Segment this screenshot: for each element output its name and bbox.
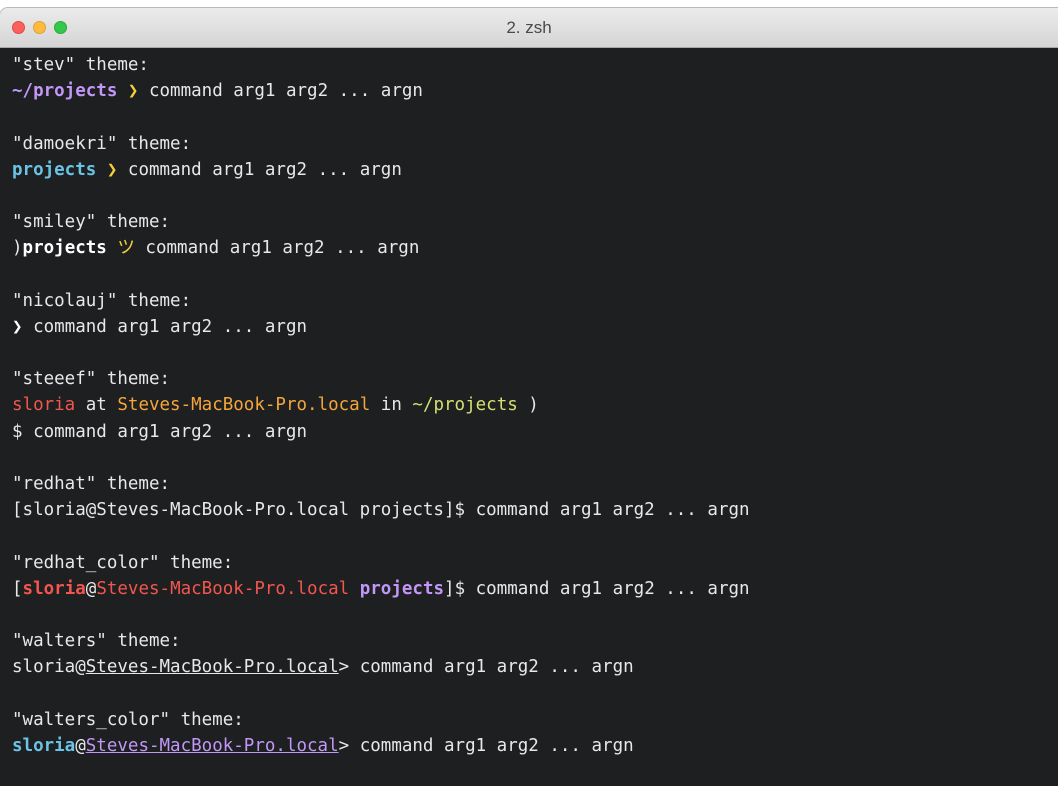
prompt-segment: [117, 81, 128, 101]
prompt-segment: @: [85, 578, 97, 599]
title-bar[interactable]: 2. zsh: [0, 8, 1058, 48]
prompt-segment: Steves-MacBook-Pro.local: [117, 395, 371, 416]
prompt-line: [sloria@Steves-MacBook-Pro.local project…: [12, 576, 1058, 602]
theme-label: "walters_color" theme:: [12, 709, 244, 730]
window-title: 2. zsh: [506, 18, 552, 37]
prompt-segment: [349, 579, 360, 599]
prompt-segment: command arg1 arg2 ... argn: [134, 238, 420, 259]
prompt-segment: ❯: [12, 316, 23, 337]
theme-label: "stev" theme:: [12, 55, 149, 75]
prompt-segment: sloria: [22, 578, 86, 599]
prompt-segment: > command arg1 arg2 ... argn: [338, 735, 634, 756]
prompt-segment: ~/projects: [12, 81, 118, 102]
theme-label: "steeef" theme:: [12, 369, 171, 390]
prompt-line: projects ❯ command arg1 arg2 ... argn: [12, 157, 1058, 183]
theme-label: "damoekri" theme:: [12, 133, 192, 154]
prompt-segment: projects: [12, 159, 97, 180]
prompt-segment: ❯: [106, 159, 118, 180]
prompt-segment: at: [75, 395, 118, 416]
prompt-line: $ command arg1 arg2 ... argn: [12, 419, 1058, 445]
prompt-segment: Steves-MacBook-Pro.local: [96, 578, 350, 599]
prompt-segment: ]$ command arg1 arg2 ... argn: [444, 578, 750, 599]
prompt-line: ❯ command arg1 arg2 ... argn: [12, 314, 1058, 340]
prompt-segment: in: [370, 395, 413, 416]
prompt-line: sloria@Steves-MacBook-Pro.local> command…: [12, 654, 1058, 680]
prompt-line: [sloria@Steves-MacBook-Pro.local project…: [12, 497, 1058, 523]
prompt-segment: ❯: [127, 81, 139, 102]
terminal-window: 2. zsh "stev" theme: ~/projects ❯ command…: [0, 8, 1058, 786]
prompt-segment: projects: [359, 578, 445, 599]
theme-label: "redhat" theme:: [12, 474, 171, 494]
prompt-line: sloria at Steves-MacBook-Pro.local in ~/…: [12, 392, 1058, 418]
prompt-segment: [107, 238, 118, 258]
prompt-segment: Steves-MacBook-Pro.local: [85, 657, 339, 678]
prompt-segment: [sloria@Steves-MacBook-Pro.local project…: [12, 500, 750, 521]
prompt-segment: ~/projects: [412, 395, 518, 416]
prompt-segment: @: [75, 735, 86, 756]
prompt-segment: command arg1 arg2 ... argn: [22, 316, 308, 337]
prompt-segment: [: [12, 578, 23, 599]
prompt-segment: sloria: [12, 395, 76, 416]
prompt-segment: ): [12, 238, 23, 259]
prompt-segment: ): [517, 395, 539, 416]
prompt-segment: sloria@: [12, 657, 86, 678]
prompt-segment: > command arg1 arg2 ... argn: [338, 657, 634, 678]
prompt-segment: command arg1 arg2 ... argn: [138, 81, 423, 102]
theme-label: "walters" theme:: [12, 631, 181, 652]
prompt-line: sloria@Steves-MacBook-Pro.local> command…: [12, 733, 1058, 759]
prompt-segment: projects: [22, 238, 107, 259]
prompt-line: )projects ツ command arg1 arg2 ... argn: [12, 235, 1058, 261]
theme-label: "nicolauj" theme:: [12, 290, 192, 311]
prompt-segment: $ command arg1 arg2 ... argn: [12, 421, 308, 442]
prompt-line: ~/projects ❯ command arg1 arg2 ... argn: [12, 78, 1058, 104]
prompt-segment: Steves-MacBook-Pro.local: [85, 735, 339, 756]
prompt-segment: command arg1 arg2 ... argn: [117, 159, 402, 180]
prompt-segment: sloria: [12, 735, 76, 756]
prompt-segment: ツ: [117, 238, 135, 259]
terminal-output[interactable]: "stev" theme: ~/projects ❯ command arg1 a…: [0, 48, 1058, 786]
theme-label: "redhat_color" theme:: [12, 552, 234, 573]
theme-label: "smiley" theme:: [12, 212, 171, 233]
prompt-segment: [96, 160, 107, 180]
